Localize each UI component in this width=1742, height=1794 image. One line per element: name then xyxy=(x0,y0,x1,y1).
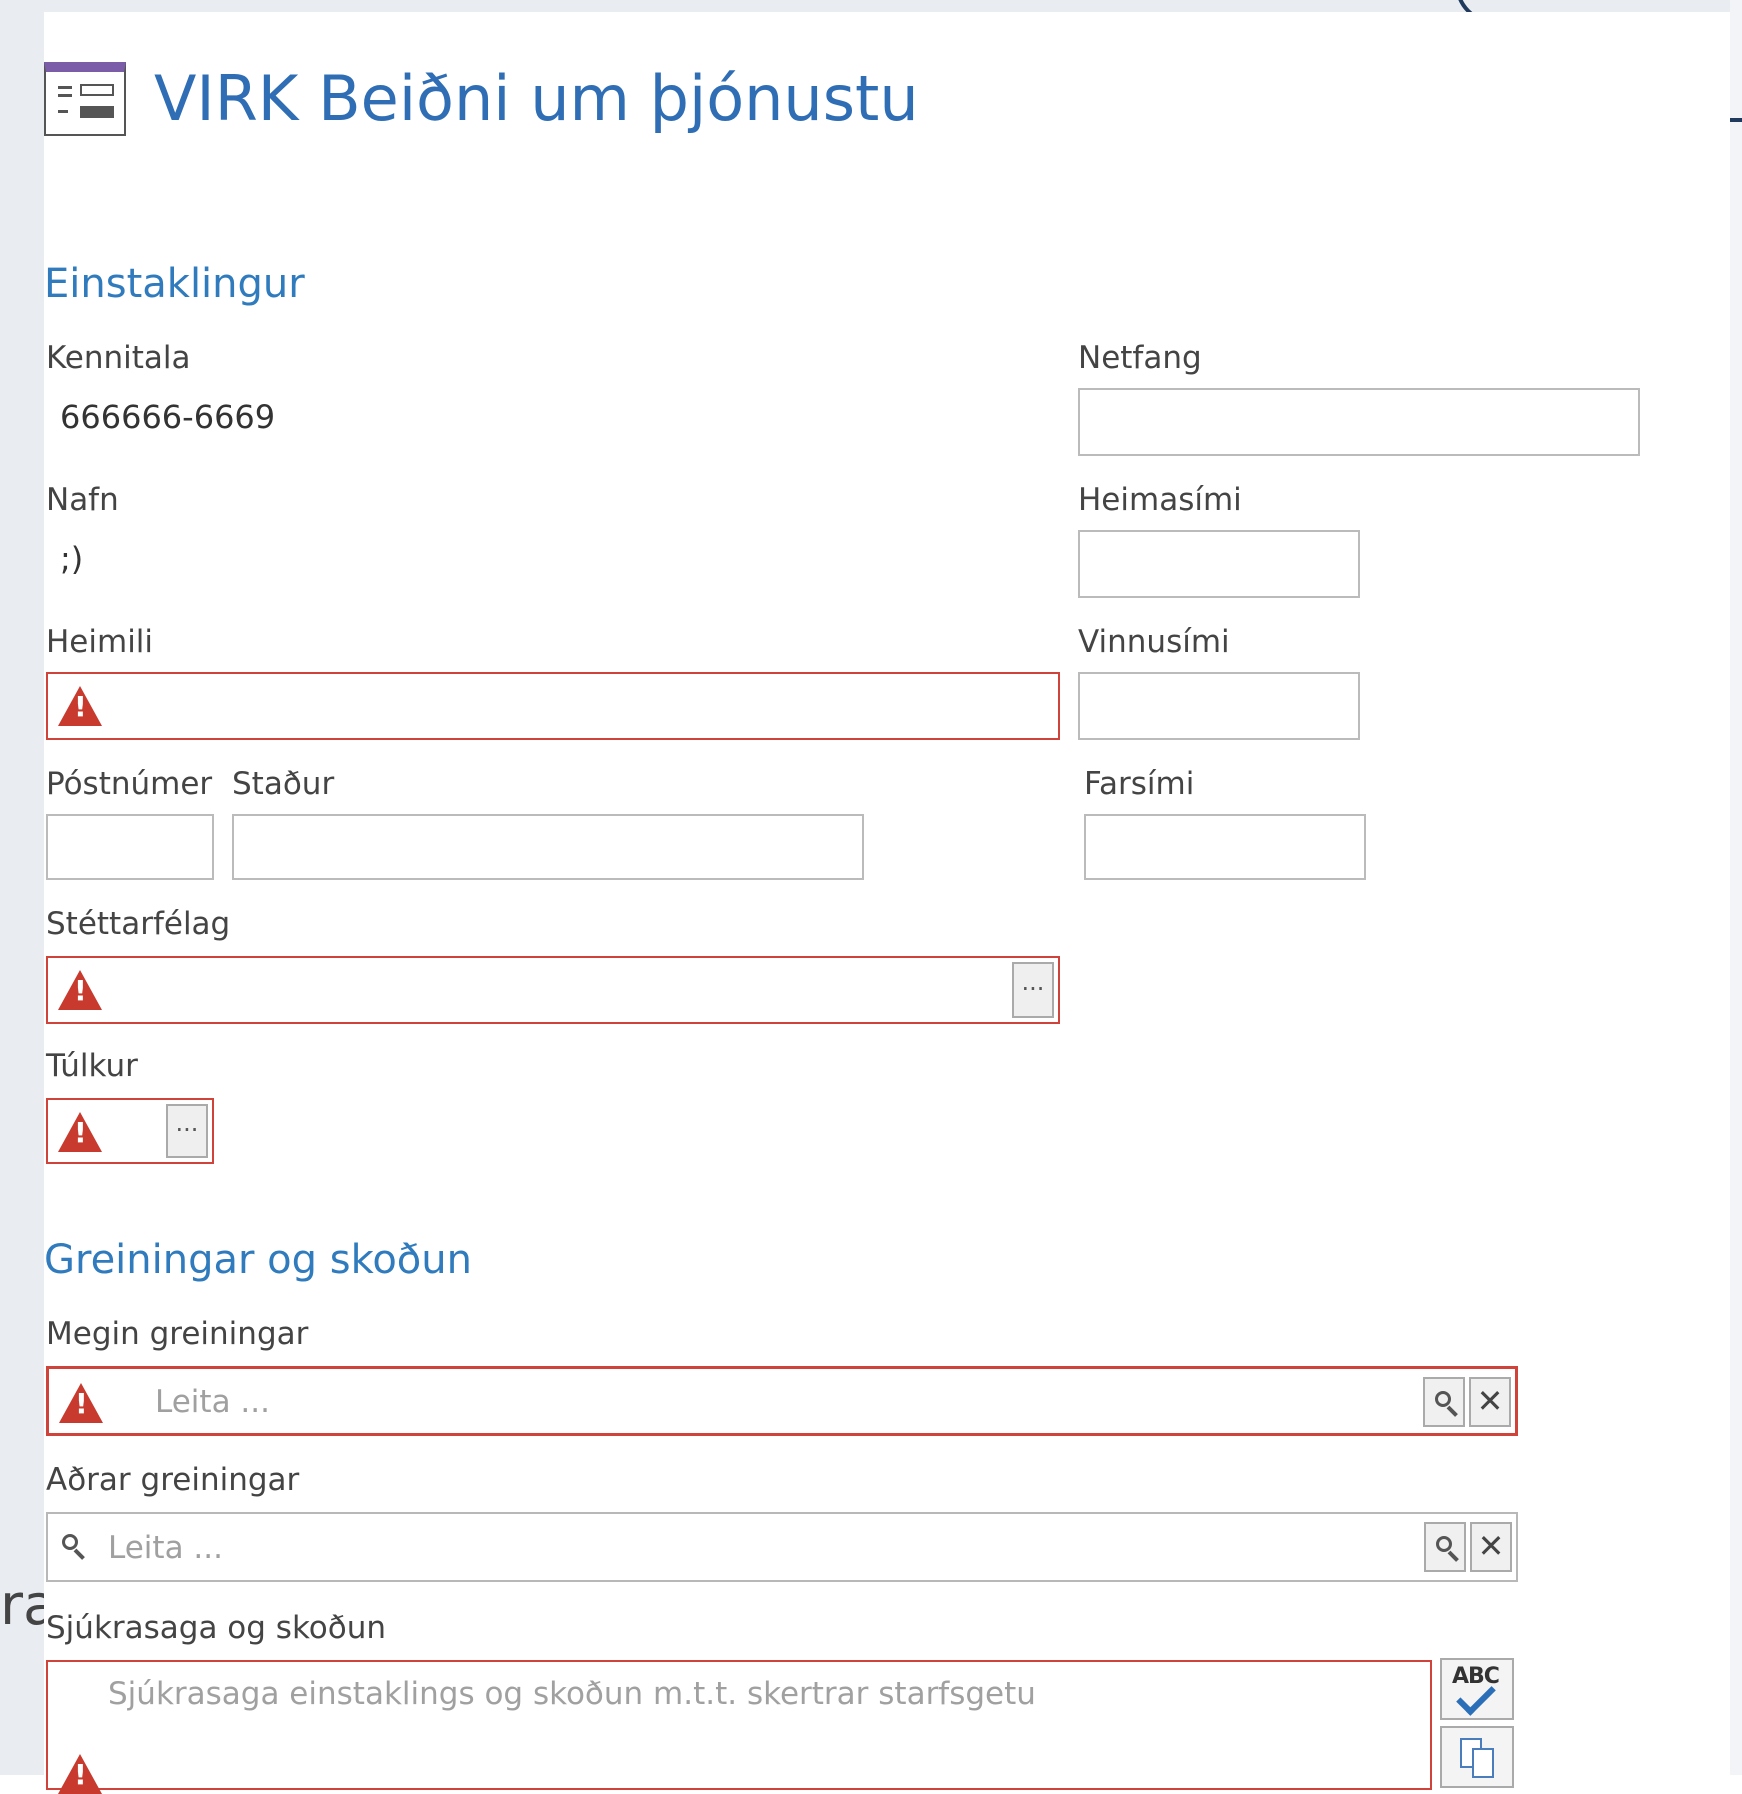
nafn-label: Nafn xyxy=(46,482,119,518)
adrar-greiningar-placeholder: Leita ... xyxy=(108,1530,223,1566)
copy-button[interactable] xyxy=(1440,1726,1514,1788)
megin-greiningar-field[interactable]: Leita ... ✕ xyxy=(46,1366,1518,1436)
heimasimi-field[interactable] xyxy=(1078,530,1360,598)
warning-icon xyxy=(59,1383,103,1423)
background-decoration-dash xyxy=(1730,118,1742,122)
form-icon xyxy=(44,62,126,136)
stadur-field[interactable] xyxy=(232,814,864,880)
sjukrasaga-textarea[interactable]: Sjúkrasaga einstaklings og skoðun m.t.t.… xyxy=(46,1660,1432,1794)
spellcheck-button[interactable]: ABC xyxy=(1440,1658,1514,1720)
netfang-label: Netfang xyxy=(1078,340,1202,376)
search-icon xyxy=(1436,1536,1459,1562)
nafn-value: ;) xyxy=(60,540,84,578)
tulkur-field[interactable]: ··· xyxy=(46,1098,214,1164)
kennitala-value: 666666-6669 xyxy=(60,398,276,436)
clear-icon[interactable]: ✕ xyxy=(1469,1377,1511,1427)
background-right xyxy=(1730,0,1742,1775)
postnumer-label: Póstnúmer xyxy=(46,766,213,802)
search-icon xyxy=(1435,1391,1458,1417)
section-heading-einstaklingur: Einstaklingur xyxy=(44,261,305,307)
search-icon xyxy=(62,1534,85,1560)
background-left xyxy=(0,0,44,1775)
sjukrasaga-label: Sjúkrasaga og skoðun xyxy=(46,1610,387,1646)
farsimi-label: Farsími xyxy=(1084,766,1195,802)
stettarfelag-label: Stéttarfélag xyxy=(46,906,231,942)
search-button[interactable] xyxy=(1423,1377,1465,1427)
warning-icon xyxy=(58,686,102,726)
heimili-field[interactable] xyxy=(46,672,1060,740)
kennitala-label: Kennitala xyxy=(46,340,191,376)
clear-icon[interactable]: ✕ xyxy=(1470,1522,1512,1572)
megin-greiningar-label: Megin greiningar xyxy=(46,1316,309,1352)
netfang-field[interactable] xyxy=(1078,388,1640,456)
vinnusimi-field[interactable] xyxy=(1078,672,1360,740)
warning-icon xyxy=(58,1754,102,1794)
heimili-label: Heimili xyxy=(46,624,154,660)
postnumer-field[interactable] xyxy=(46,814,214,880)
warning-icon xyxy=(58,1112,102,1152)
vinnusimi-label: Vinnusími xyxy=(1078,624,1230,660)
tulkur-label: Túlkur xyxy=(46,1048,138,1084)
ellipsis-icon[interactable]: ··· xyxy=(166,1104,208,1158)
section-heading-greiningar: Greiningar og skoðun xyxy=(44,1237,472,1283)
stettarfelag-field[interactable]: ··· xyxy=(46,956,1060,1024)
search-button[interactable] xyxy=(1424,1522,1466,1572)
stadur-label: Staður xyxy=(232,766,335,802)
ellipsis-icon[interactable]: ··· xyxy=(1012,962,1054,1018)
adrar-greiningar-label: Aðrar greiningar xyxy=(46,1462,300,1498)
megin-greiningar-placeholder: Leita ... xyxy=(155,1384,270,1420)
adrar-greiningar-field[interactable]: Leita ... ✕ xyxy=(46,1512,1518,1582)
page-title: VIRK Beiðni um þjónustu xyxy=(154,62,919,135)
heimasimi-label: Heimasími xyxy=(1078,482,1242,518)
sjukrasaga-placeholder: Sjúkrasaga einstaklings og skoðun m.t.t.… xyxy=(108,1676,1036,1712)
farsimi-field[interactable] xyxy=(1084,814,1366,880)
warning-icon xyxy=(58,970,102,1010)
